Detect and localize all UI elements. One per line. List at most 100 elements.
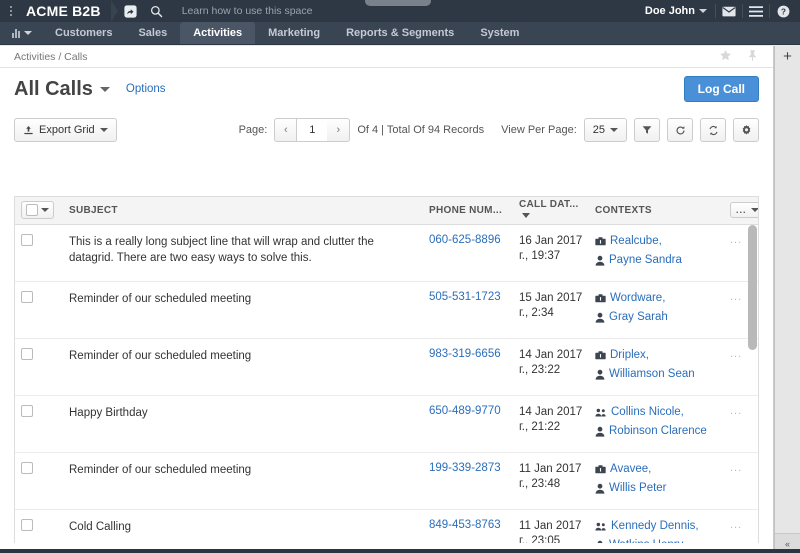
context-org-link[interactable]: Wordware, [610, 291, 665, 306]
context-org-link[interactable]: Collins Nicole, [611, 405, 684, 420]
table-row[interactable]: Happy Birthday 650-489-9770 14 Jan 2017 г.,… [15, 395, 758, 453]
reset-button[interactable] [667, 118, 693, 142]
select-all-dropdown[interactable] [21, 201, 54, 220]
context-organization[interactable]: Collins Nicole, [595, 405, 718, 423]
cell-phone: 650-489-9770 [423, 395, 513, 453]
row-actions-button[interactable]: ... [730, 291, 742, 303]
row-checkbox[interactable] [21, 290, 33, 303]
row-checkbox[interactable] [21, 461, 33, 474]
export-grid-label: Export Grid [39, 124, 95, 136]
nav-item-system[interactable]: System [467, 22, 532, 44]
context-org-link[interactable]: Avavee, [610, 462, 651, 477]
row-actions-button[interactable]: ... [730, 405, 742, 417]
context-organization[interactable]: Wordware, [595, 291, 718, 309]
row-checkbox[interactable] [21, 233, 33, 246]
page-input[interactable] [297, 118, 328, 142]
context-person-link[interactable]: Willis Peter [609, 481, 667, 496]
phone-link[interactable]: 505-531-1723 [429, 291, 501, 303]
filter-button[interactable] [634, 118, 660, 142]
select-all-checkbox[interactable] [26, 204, 38, 217]
column-header-call-date[interactable]: CALL DAT... [513, 197, 589, 225]
cell-call-date: 14 Jan 2017 г., 21:22 [513, 395, 589, 453]
pin-icon[interactable] [746, 49, 759, 65]
prev-page-button[interactable]: ‹ [274, 118, 298, 142]
context-person[interactable]: Watkins Henry [595, 538, 718, 544]
grid-scrollbar[interactable] [748, 225, 757, 541]
column-header-phone[interactable]: PHONE NUM... [423, 197, 513, 225]
chevron-down-icon [750, 208, 758, 213]
phone-link[interactable]: 199-339-2873 [429, 462, 501, 474]
menu-dots-icon[interactable] [0, 0, 22, 22]
context-person-link[interactable]: Gray Sarah [609, 310, 668, 325]
context-person-link[interactable]: Watkins Henry [609, 538, 683, 544]
column-header-subject[interactable]: SUBJECT [63, 197, 423, 225]
view-per-page-select[interactable]: 25 [583, 118, 627, 142]
column-actions-dropdown[interactable]: ... [730, 202, 758, 219]
hamburger-icon[interactable] [743, 0, 769, 22]
grid-scrollbar-thumb[interactable] [748, 225, 757, 350]
table-row[interactable]: Reminder of our scheduled meeting 505-531… [15, 281, 758, 339]
context-person-link[interactable]: Robinson Clarence [609, 424, 707, 439]
refresh-button[interactable] [700, 118, 726, 142]
floating-tab-handle[interactable] [365, 0, 431, 6]
nav-item-sales[interactable]: Sales [125, 22, 180, 44]
share-icon[interactable] [118, 0, 144, 22]
context-person[interactable]: Robinson Clarence [595, 424, 718, 442]
nav-item-marketing[interactable]: Marketing [255, 22, 333, 44]
user-menu[interactable]: Doe John [637, 5, 715, 17]
options-link[interactable]: Options [126, 83, 166, 95]
table-row[interactable]: Reminder of our scheduled meeting 983-319… [15, 338, 758, 396]
phone-link[interactable]: 060-625-8896 [429, 234, 501, 246]
help-icon[interactable]: ? [770, 0, 796, 22]
table-row[interactable]: Cold Calling 849-453-8763 11 Jan 2017 г., 2… [15, 509, 758, 544]
context-person[interactable]: Payne Sandra [595, 253, 718, 271]
favorite-star-icon[interactable] [719, 49, 732, 65]
table-row[interactable]: This is a really long subject line that … [15, 224, 758, 282]
nav-item-reports-segments[interactable]: Reports & Segments [333, 22, 467, 44]
context-org-link[interactable]: Realcube, [610, 234, 662, 249]
log-call-button[interactable]: Log Call [683, 76, 759, 102]
row-select-cell [15, 338, 63, 396]
search-icon[interactable] [144, 0, 170, 22]
row-checkbox[interactable] [21, 347, 33, 360]
context-person[interactable]: Gray Sarah [595, 310, 718, 328]
content-area: Activities / Calls All Calls Options Log… [0, 46, 800, 553]
nav-item-customers[interactable]: Customers [42, 22, 125, 44]
context-org-link[interactable]: Kennedy Dennis, [611, 519, 699, 534]
row-actions-button[interactable]: ... [730, 348, 742, 360]
row-checkbox[interactable] [21, 518, 33, 531]
context-organization[interactable]: Kennedy Dennis, [595, 519, 718, 537]
export-grid-button[interactable]: Export Grid [14, 118, 117, 142]
table-row[interactable]: Reminder of our scheduled meeting 199-339… [15, 452, 758, 510]
context-org-link[interactable]: Driplex, [610, 348, 649, 363]
dashboard-chart-icon[interactable] [0, 22, 42, 44]
nav-item-activities[interactable]: Activities [180, 22, 256, 44]
breadcrumb[interactable]: Activities / Calls [14, 51, 88, 63]
row-checkbox[interactable] [21, 404, 33, 417]
view-per-page-label: View Per Page: [501, 124, 577, 136]
context-person-link[interactable]: Payne Sandra [609, 253, 682, 268]
context-organization[interactable]: Realcube, [595, 234, 718, 252]
cell-subject: This is a really long subject line that … [63, 224, 423, 282]
context-person-link[interactable]: Williamson Sean [609, 367, 695, 382]
phone-link[interactable]: 849-453-8763 [429, 519, 501, 531]
phone-link[interactable]: 983-319-6656 [429, 348, 501, 360]
context-person[interactable]: Willis Peter [595, 481, 718, 499]
row-actions-button[interactable]: ... [730, 234, 742, 246]
context-organization[interactable]: Avavee, [595, 462, 718, 480]
context-organization[interactable]: Driplex, [595, 348, 718, 366]
row-actions-button[interactable]: ... [730, 462, 742, 474]
mail-icon[interactable] [716, 0, 742, 22]
grid-settings-button[interactable] [733, 118, 759, 142]
column-header-contexts[interactable]: CONTEXTS [589, 197, 724, 225]
context-person[interactable]: Williamson Sean [595, 367, 718, 385]
call-date-time: г., 23:05 [519, 534, 561, 544]
breadcrumb-bar: Activities / Calls [0, 46, 773, 68]
add-widget-button[interactable]: + [783, 49, 792, 64]
row-select-cell [15, 452, 63, 510]
row-actions-button[interactable]: ... [730, 519, 742, 531]
next-page-button[interactable]: › [327, 118, 351, 142]
phone-link[interactable]: 650-489-9770 [429, 405, 501, 417]
view-switch-chevron-down-icon[interactable] [99, 86, 110, 92]
brand-logo[interactable]: ACME B2B [22, 0, 111, 22]
